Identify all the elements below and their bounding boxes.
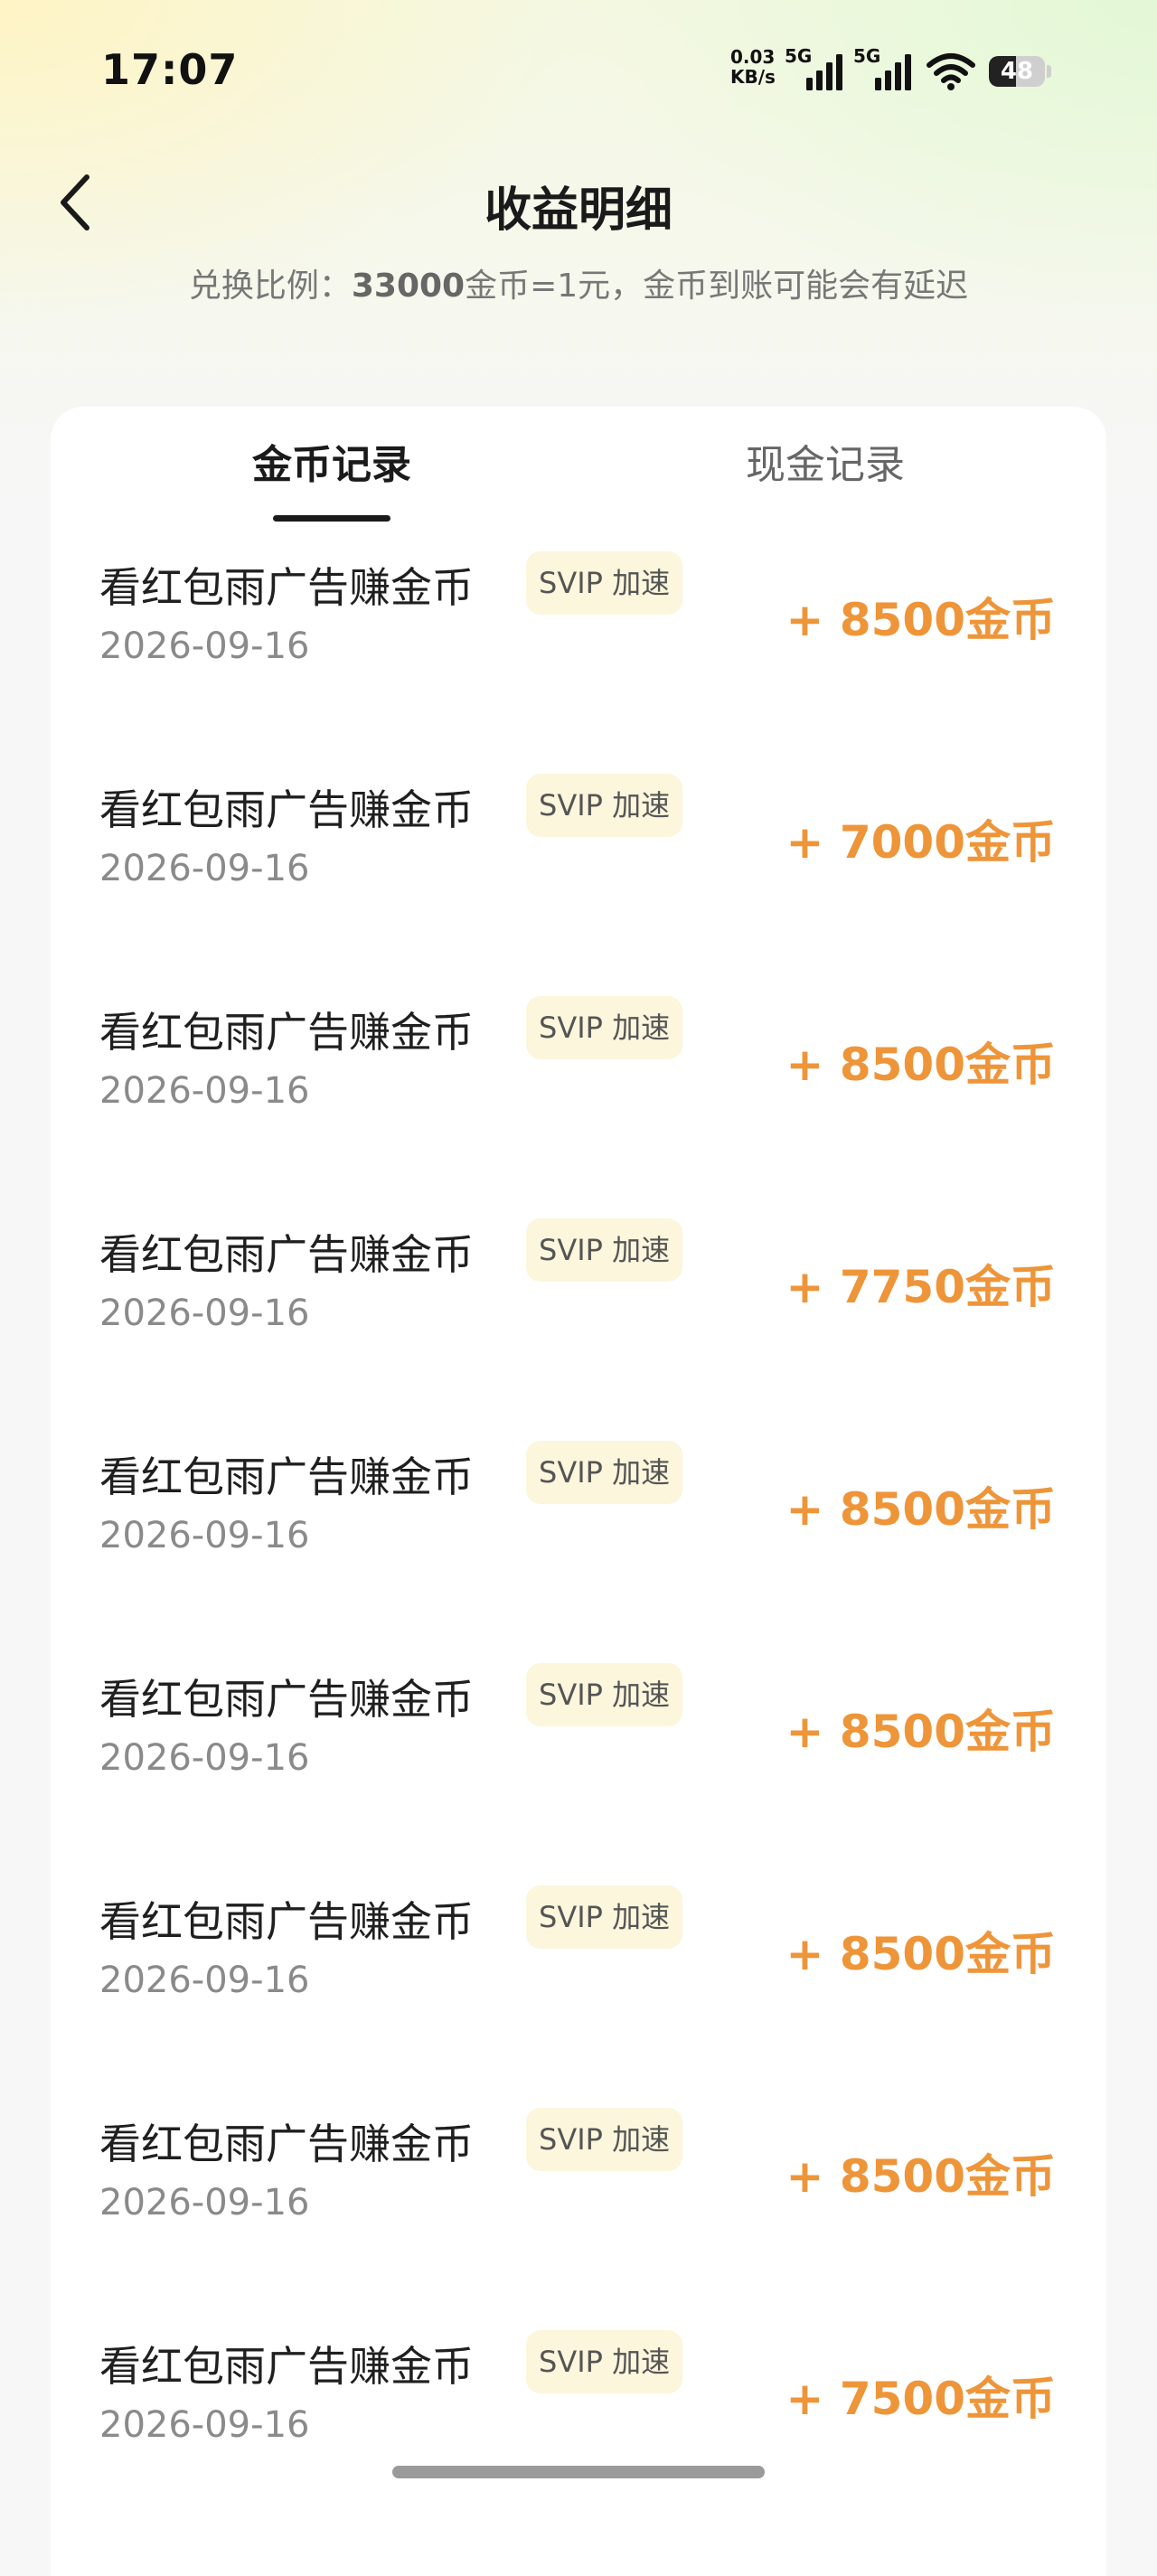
- list-item: 看红包雨广告赚金币 SVIP 加速 2026-09-16 + 8500金币: [51, 1423, 1106, 1645]
- record-amount: + 8500金币: [785, 2150, 1056, 2203]
- svip-badge: SVIP 加速: [526, 1441, 683, 1504]
- signal-bars-icon: [875, 54, 911, 90]
- record-amount: + 8500金币: [785, 1706, 1056, 1758]
- svip-badge: SVIP 加速: [526, 1218, 683, 1282]
- record-amount: + 8500金币: [785, 1039, 1056, 1091]
- tab-cash-records[interactable]: 现金记录: [690, 432, 961, 490]
- wifi-icon: [927, 53, 975, 90]
- svip-badge: SVIP 加速: [526, 1663, 683, 1726]
- record-amount: + 7500金币: [785, 2373, 1056, 2425]
- status-time: 17:07: [101, 45, 239, 94]
- record-date: 2026-09-16: [99, 1515, 310, 1556]
- svip-badge: SVIP 加速: [526, 996, 683, 1059]
- record-amount: + 8500金币: [785, 1483, 1056, 1536]
- record-amount: + 8500金币: [785, 594, 1056, 646]
- svip-badge: SVIP 加速: [526, 1885, 683, 1949]
- record-date: 2026-09-16: [99, 2182, 310, 2223]
- list-item: 看红包雨广告赚金币 SVIP 加速 2026-09-16 + 8500金币: [51, 978, 1106, 1200]
- record-date: 2026-09-16: [99, 1293, 310, 1334]
- sim2-signal: 5G: [853, 45, 926, 94]
- list-item: 看红包雨广告赚金币 SVIP 加速 2026-09-16 + 8500金币: [51, 1867, 1106, 2090]
- record-date: 2026-09-16: [99, 1960, 310, 2001]
- network-speed-unit: KB/s: [730, 66, 776, 88]
- home-indicator[interactable]: [392, 2466, 765, 2478]
- svip-badge: SVIP 加速: [526, 2330, 683, 2393]
- exchange-ratio-suffix: 金币=1元，金币到账可能会有延迟: [465, 268, 969, 305]
- exchange-ratio-note: 兑换比例：33000金币=1元，金币到账可能会有延迟: [0, 259, 1157, 306]
- record-list[interactable]: 看红包雨广告赚金币 SVIP 加速 2026-09-16 + 8500金币 看红…: [51, 533, 1106, 2534]
- tab-coin-records[interactable]: 金币记录: [196, 432, 467, 490]
- record-date: 2026-09-16: [99, 1737, 310, 1779]
- svip-badge: SVIP 加速: [526, 2108, 683, 2171]
- status-bar: 17:07 0.03 KB/s 5G 5G 48: [0, 0, 1157, 136]
- active-tab-indicator: [273, 515, 390, 522]
- signal-bars-icon: [806, 54, 842, 90]
- exchange-ratio-prefix: 兑换比例：: [188, 268, 352, 305]
- record-title: 看红包雨广告赚金币: [99, 785, 474, 834]
- network-speed-value: 0.03: [730, 46, 776, 68]
- battery-icon: 48: [989, 56, 1045, 87]
- page-title: 收益明细: [484, 183, 673, 238]
- sim1-signal: 5G: [785, 45, 857, 94]
- svip-badge: SVIP 加速: [526, 774, 683, 837]
- list-item: 看红包雨广告赚金币 SVIP 加速 2026-09-16 + 8500金币: [51, 1645, 1106, 1867]
- list-item: 看红包雨广告赚金币 SVIP 加速 2026-09-16 + 8500金币: [51, 2090, 1106, 2312]
- record-title: 看红包雨广告赚金币: [99, 1897, 474, 1946]
- record-title: 看红包雨广告赚金币: [99, 1008, 474, 1057]
- record-title: 看红包雨广告赚金币: [99, 1453, 474, 1501]
- record-title: 看红包雨广告赚金币: [99, 2342, 474, 2391]
- network-speed: 0.03 KB/s: [730, 47, 776, 87]
- battery-tip: [1047, 65, 1051, 78]
- svip-badge: SVIP 加速: [526, 551, 683, 615]
- record-title: 看红包雨广告赚金币: [99, 1675, 474, 1724]
- record-amount: + 7750金币: [785, 1261, 1056, 1313]
- record-amount: + 7000金币: [785, 816, 1056, 869]
- record-date: 2026-09-16: [99, 2404, 310, 2446]
- record-date: 2026-09-16: [99, 848, 310, 889]
- record-title: 看红包雨广告赚金币: [99, 1230, 474, 1279]
- battery-level: 48: [1000, 58, 1034, 85]
- record-date: 2026-09-16: [99, 625, 310, 667]
- list-item: 看红包雨广告赚金币 SVIP 加速 2026-09-16 + 8500金币: [51, 533, 1106, 756]
- list-item: 看红包雨广告赚金币 SVIP 加速 2026-09-16 + 7750金币: [51, 1200, 1106, 1423]
- record-date: 2026-09-16: [99, 1070, 310, 1112]
- list-item: 看红包雨广告赚金币 SVIP 加速 2026-09-16 + 7500金币: [51, 2312, 1106, 2534]
- record-title: 看红包雨广告赚金币: [99, 2120, 474, 2168]
- record-title: 看红包雨广告赚金币: [99, 563, 474, 612]
- exchange-ratio-value: 33000: [351, 268, 466, 305]
- record-amount: + 8500金币: [785, 1928, 1056, 1980]
- list-item: 看红包雨广告赚金币 SVIP 加速 2026-09-16 + 7000金币: [51, 756, 1106, 978]
